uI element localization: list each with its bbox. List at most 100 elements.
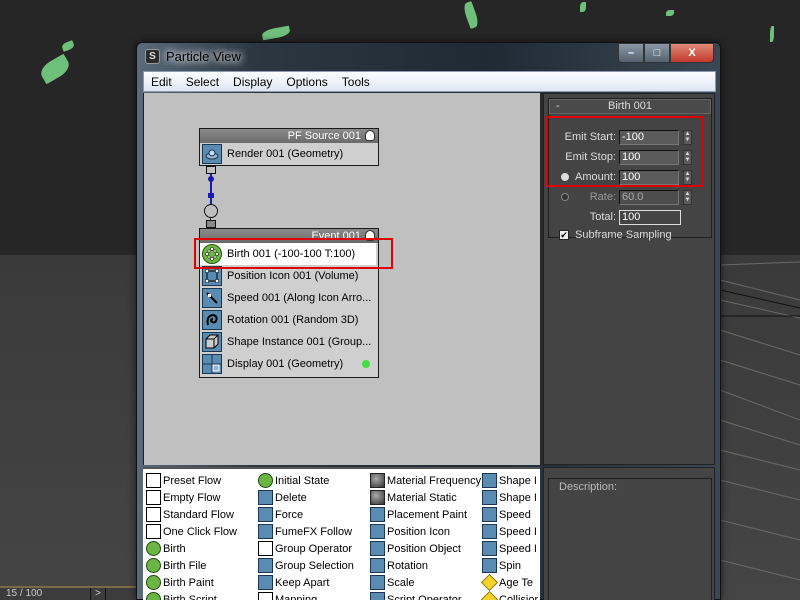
gray-operator-icon bbox=[370, 473, 385, 488]
depot-item-label: Birth File bbox=[163, 559, 207, 572]
depot-item[interactable]: Scale bbox=[370, 574, 481, 591]
menu-edit[interactable]: Edit bbox=[144, 75, 179, 89]
depot-column: Initial State Delete Force FumeFX Follow Gro… bbox=[258, 472, 354, 600]
rate-spinner[interactable]: ▲ ▼ bbox=[683, 189, 692, 205]
depot-item-label: Collisior bbox=[499, 593, 539, 600]
title-bar[interactable]: S Particle View – □ X bbox=[137, 43, 720, 69]
depot-item[interactable]: Birth Script bbox=[146, 591, 237, 600]
depot-item-label: Scale bbox=[387, 576, 415, 589]
depot-item[interactable]: Material Static bbox=[370, 489, 481, 506]
timeline-frame-counter[interactable]: 15 / 100 bbox=[0, 586, 140, 600]
input-connector[interactable] bbox=[204, 204, 218, 218]
flow-operator-icon bbox=[146, 490, 161, 505]
operator-depot[interactable]: Preset Flow Empty Flow Standard Flow One Cl… bbox=[143, 467, 540, 600]
particle-leaf bbox=[580, 2, 586, 12]
depot-item[interactable]: Force bbox=[258, 506, 354, 523]
total-field: 100 bbox=[619, 209, 681, 225]
speed-icon bbox=[202, 288, 222, 308]
timeline-next-button[interactable]: > bbox=[90, 588, 106, 600]
depot-item-label: Shape I bbox=[499, 474, 537, 487]
minimize-button[interactable]: – bbox=[618, 43, 644, 63]
depot-item[interactable]: Age Te bbox=[481, 574, 538, 591]
operator-row-speed[interactable]: Speed 001 (Along Icon Arro... bbox=[200, 287, 378, 309]
depot-item[interactable]: Group Operator bbox=[258, 540, 354, 557]
menu-options[interactable]: Options bbox=[279, 75, 334, 89]
depot-item-label: Group Operator bbox=[275, 542, 353, 555]
wire-node bbox=[208, 176, 214, 182]
input-port[interactable] bbox=[206, 220, 216, 228]
depot-item-label: Material Static bbox=[387, 491, 457, 504]
depot-item-label: Rotation bbox=[387, 559, 428, 572]
depot-item-label: Script Operator bbox=[387, 593, 462, 600]
depot-item[interactable]: Keep Apart bbox=[258, 574, 354, 591]
maximize-button[interactable]: □ bbox=[644, 43, 670, 63]
menu-display[interactable]: Display bbox=[226, 75, 279, 89]
depot-column: Material Frequency Material Static Placeme… bbox=[370, 472, 481, 600]
node-title: PF Source 001 bbox=[287, 130, 361, 142]
depot-item-label: Age Te bbox=[499, 576, 534, 589]
depot-item[interactable]: Spin bbox=[482, 557, 538, 574]
depot-item[interactable]: Material Frequency bbox=[370, 472, 481, 489]
app-icon: S bbox=[145, 49, 160, 64]
depot-item[interactable]: Birth bbox=[146, 540, 237, 557]
depot-item[interactable]: Shape I bbox=[482, 472, 538, 489]
lightbulb-icon[interactable] bbox=[365, 130, 375, 141]
blue-operator-icon bbox=[370, 575, 385, 590]
depot-item-label: Birth Script bbox=[163, 593, 217, 600]
depot-item[interactable]: Position Object bbox=[370, 540, 481, 557]
rollout-header[interactable]: - Birth 001 bbox=[549, 99, 711, 114]
rate-row: Rate: 60.0 ▲ ▼ bbox=[549, 189, 692, 205]
depot-item[interactable]: Shape I bbox=[482, 489, 538, 506]
depot-item[interactable]: Initial State bbox=[258, 472, 354, 489]
operator-row-display[interactable]: Display 001 (Geometry) bbox=[200, 353, 378, 375]
window-title: Particle View bbox=[166, 49, 241, 64]
depot-item[interactable]: Delete bbox=[258, 489, 354, 506]
depot-item[interactable]: Speed I bbox=[482, 523, 538, 540]
parameters-panel: - Birth 001 Emit Start: -100 ▲ ▼ Emit Sto… bbox=[543, 93, 715, 465]
output-port[interactable] bbox=[206, 166, 216, 174]
depot-item[interactable]: Collisior bbox=[481, 591, 539, 600]
blue-operator-icon bbox=[482, 507, 497, 522]
position-icon bbox=[202, 266, 222, 286]
depot-item[interactable]: Preset Flow bbox=[146, 472, 237, 489]
depot-item[interactable]: Standard Flow bbox=[146, 506, 237, 523]
green-operator-icon bbox=[258, 473, 273, 488]
flow-operator-icon bbox=[146, 473, 161, 488]
total-label: Total: bbox=[589, 211, 616, 223]
flow-operator-icon bbox=[146, 524, 161, 539]
depot-item[interactable]: Birth Paint bbox=[146, 574, 237, 591]
depot-item-label: Position Icon bbox=[387, 525, 450, 538]
display-icon bbox=[202, 354, 222, 374]
depot-item[interactable]: Rotation bbox=[370, 557, 481, 574]
rate-field[interactable]: 60.0 bbox=[619, 189, 679, 205]
green-operator-icon bbox=[146, 558, 161, 573]
operator-row-rotation[interactable]: Rotation 001 (Random 3D) bbox=[200, 309, 378, 331]
operator-label: Speed 001 (Along Icon Arro... bbox=[227, 292, 372, 304]
window-controls: – □ X bbox=[618, 43, 714, 63]
depot-item[interactable]: Group Selection bbox=[258, 557, 354, 574]
total-row: Total: 100 bbox=[549, 209, 681, 225]
particle-diagram[interactable]: PF Source 001 Render 001 (Geometry) Even… bbox=[143, 93, 540, 465]
depot-item[interactable]: Speed I bbox=[482, 540, 538, 557]
collapse-toggle[interactable]: - bbox=[556, 100, 560, 113]
node-header[interactable]: PF Source 001 bbox=[200, 129, 378, 143]
depot-item[interactable]: Script Operator bbox=[370, 591, 481, 600]
operator-row[interactable]: Render 001 (Geometry) bbox=[200, 143, 378, 165]
description-label: Description: bbox=[557, 481, 620, 493]
depot-item[interactable]: Birth File bbox=[146, 557, 237, 574]
depot-item[interactable]: Placement Paint bbox=[370, 506, 481, 523]
operator-row-shape-instance[interactable]: Shape Instance 001 (Group... bbox=[200, 331, 378, 353]
close-button[interactable]: X bbox=[670, 43, 714, 63]
depot-item[interactable]: Speed bbox=[482, 506, 538, 523]
depot-item[interactable]: Mapping bbox=[258, 591, 354, 600]
depot-item-label: Initial State bbox=[275, 474, 330, 487]
pf-source-node[interactable]: PF Source 001 Render 001 (Geometry) bbox=[199, 128, 379, 166]
depot-item[interactable]: Position Icon bbox=[370, 523, 481, 540]
subframe-checkbox[interactable]: ✔ bbox=[559, 230, 569, 240]
depot-item[interactable]: FumeFX Follow bbox=[258, 523, 354, 540]
menu-tools[interactable]: Tools bbox=[335, 75, 377, 89]
depot-item[interactable]: One Click Flow bbox=[146, 523, 237, 540]
menu-select[interactable]: Select bbox=[179, 75, 226, 89]
flow-operator-icon bbox=[146, 507, 161, 522]
depot-item[interactable]: Empty Flow bbox=[146, 489, 237, 506]
